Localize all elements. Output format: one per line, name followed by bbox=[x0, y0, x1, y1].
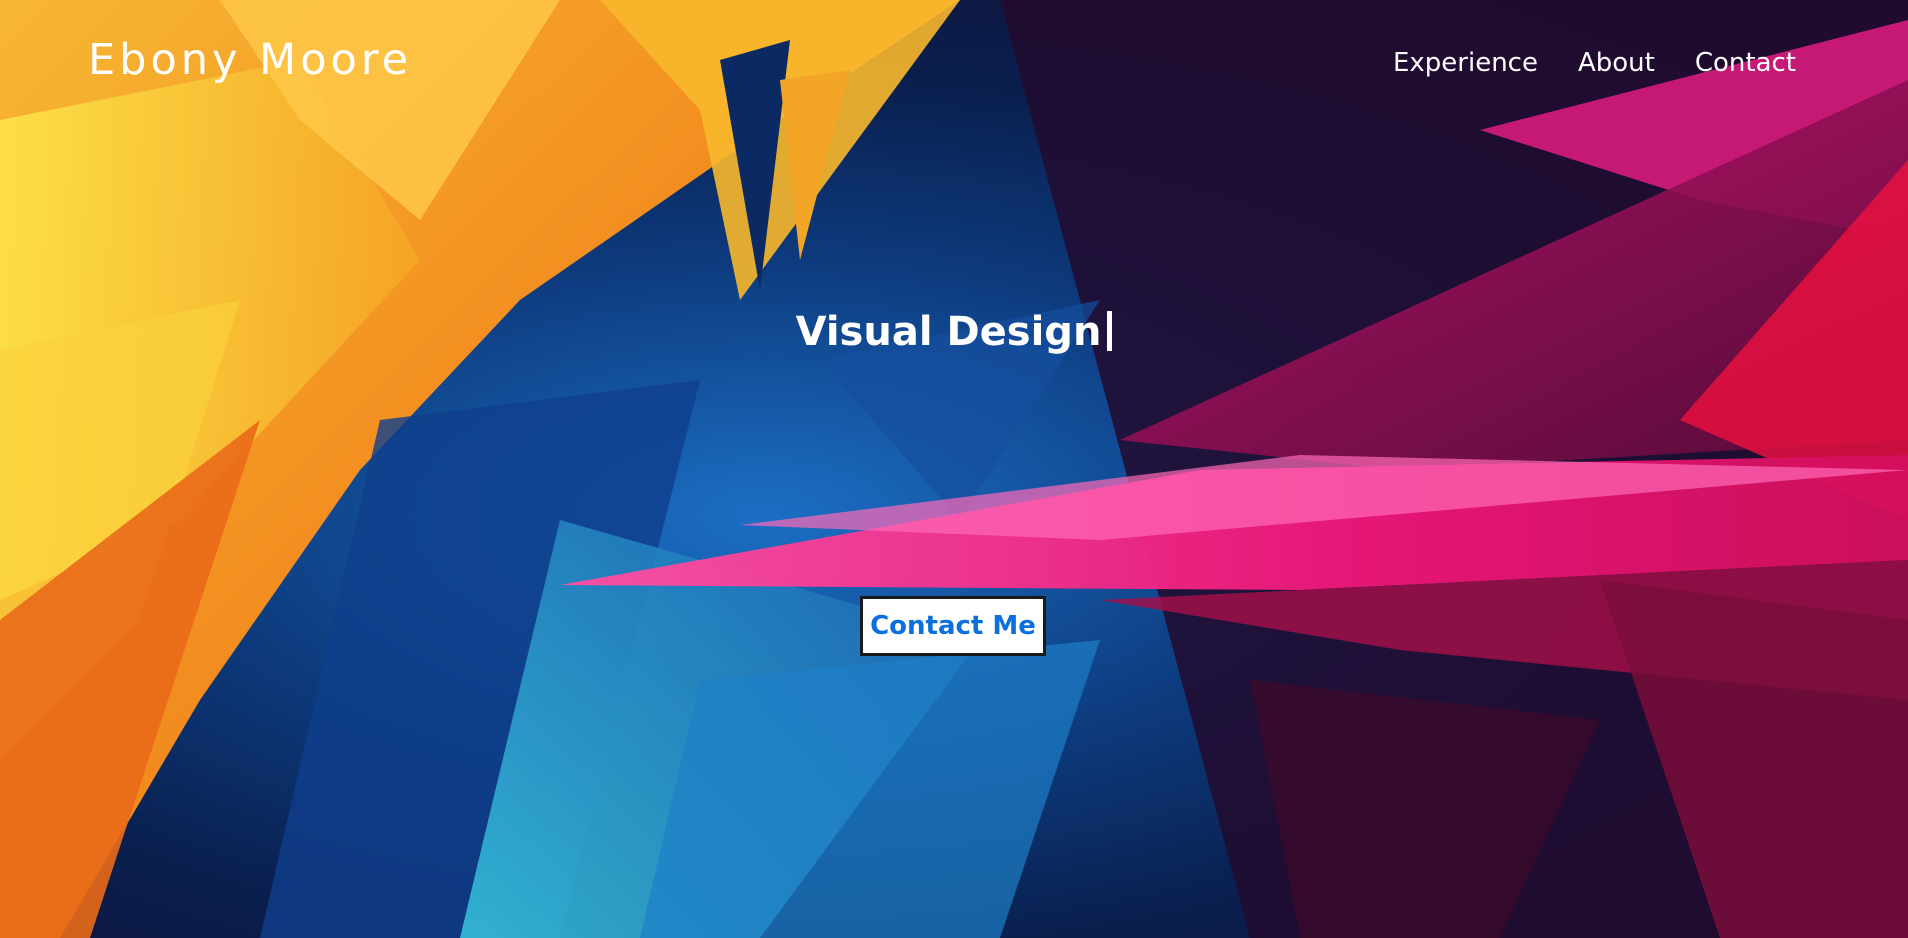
nav-link-about[interactable]: About bbox=[1578, 44, 1655, 82]
hero-headline-text: Visual Design bbox=[795, 309, 1102, 355]
brand-name[interactable]: Ebony Moore bbox=[88, 32, 412, 88]
contact-me-button[interactable]: Contact Me bbox=[860, 596, 1046, 656]
nav-links: Experience About Contact bbox=[1393, 44, 1796, 82]
hero-headline: Visual Design bbox=[0, 305, 1908, 359]
nav-link-contact[interactable]: Contact bbox=[1695, 44, 1796, 82]
abstract-background-image bbox=[0, 0, 1908, 938]
hero-section: Ebony Moore Experience About Contact Vis… bbox=[0, 0, 1908, 938]
nav-link-experience[interactable]: Experience bbox=[1393, 44, 1538, 82]
top-navigation: Ebony Moore Experience About Contact bbox=[0, 0, 1908, 130]
typing-cursor bbox=[1107, 311, 1113, 351]
